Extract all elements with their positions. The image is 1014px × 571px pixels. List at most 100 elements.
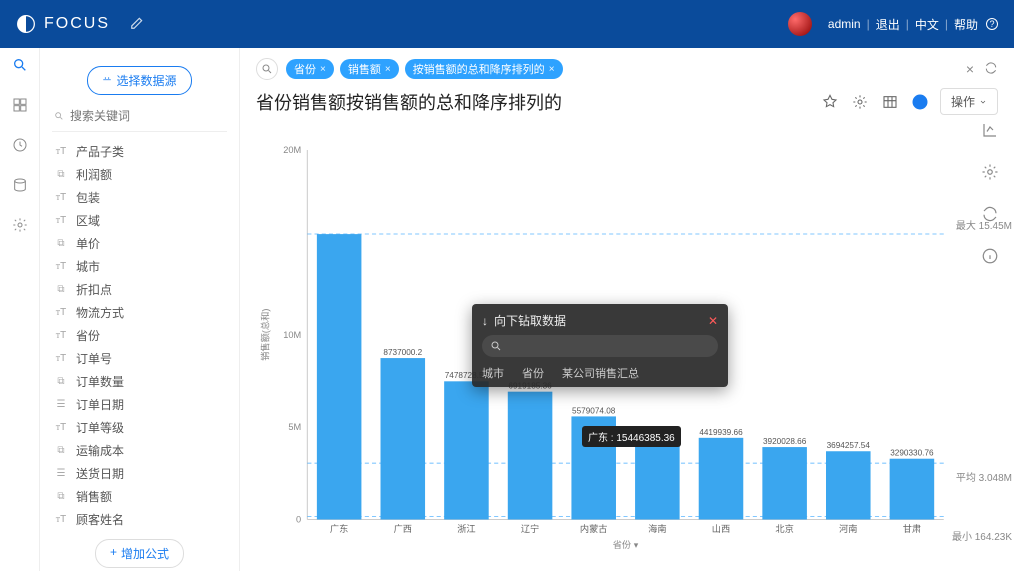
bar[interactable]	[508, 392, 553, 520]
help-icon[interactable]: ?	[986, 18, 998, 30]
axis-icon[interactable]	[980, 120, 1000, 140]
field-label: 单价	[76, 235, 100, 252]
field-label: 送货日期	[76, 465, 124, 482]
query-row: 省份 × 销售额 × 按销售额的总和降序排列的 × ×	[240, 48, 1014, 80]
chip-remove-icon[interactable]: ×	[549, 64, 555, 75]
dashboard-icon[interactable]	[11, 96, 29, 114]
clear-query-icon[interactable]: ×	[966, 61, 974, 77]
field-item[interactable]: ⧉销售额	[52, 485, 227, 508]
query-search-icon[interactable]	[256, 58, 278, 80]
query-chip[interactable]: 省份 ×	[286, 59, 334, 79]
help-link[interactable]: 帮助	[954, 16, 978, 33]
svg-text:河南: 河南	[839, 523, 857, 534]
data-icon[interactable]	[11, 176, 29, 194]
field-item[interactable]: ᴛT订单等级	[52, 416, 227, 439]
field-item[interactable]: ⧉折扣点	[52, 278, 227, 301]
chip-remove-icon[interactable]: ×	[385, 64, 391, 75]
bar[interactable]	[890, 459, 935, 520]
close-icon[interactable]: ✕	[708, 314, 718, 328]
bar[interactable]	[444, 381, 489, 519]
query-chips: 省份 × 销售额 × 按销售额的总和降序排列的 ×	[286, 59, 958, 79]
add-formula-button[interactable]: +增加公式	[95, 539, 184, 568]
page-title: 省份销售额按销售额的总和降序排列的	[256, 89, 810, 115]
add-formula-label: 增加公式	[121, 545, 169, 562]
lang-link[interactable]: 中文	[915, 16, 939, 33]
bar[interactable]	[635, 437, 680, 520]
select-datasource-label: 选择数据源	[116, 72, 176, 89]
svg-text:甘肃: 甘肃	[903, 523, 921, 534]
ref-avg-label: 平均 3.048M	[956, 469, 1012, 484]
bar[interactable]	[317, 234, 362, 519]
pin-icon[interactable]	[820, 92, 840, 112]
field-type-icon: ⧉	[54, 284, 68, 295]
svg-text:省份 ▾: 省份 ▾	[613, 539, 639, 550]
svg-text:广西: 广西	[394, 523, 412, 534]
query-chip[interactable]: 按销售额的总和降序排列的 ×	[405, 59, 563, 79]
field-type-icon: ☰	[54, 399, 68, 410]
edit-icon[interactable]	[130, 16, 144, 33]
field-item[interactable]: ᴛT省份	[52, 324, 227, 347]
bar[interactable]	[381, 358, 426, 519]
drill-column[interactable]: 城市	[482, 365, 504, 381]
field-type-icon: ᴛT	[54, 307, 68, 318]
field-item[interactable]: ᴛT订单号	[52, 347, 227, 370]
field-item[interactable]: ᴛT产品子类	[52, 140, 227, 163]
field-type-icon: ᴛT	[54, 514, 68, 525]
svg-text:4419939.66: 4419939.66	[699, 428, 743, 437]
clock-icon[interactable]	[11, 136, 29, 154]
svg-text:3290330.76: 3290330.76	[890, 449, 934, 458]
sidebar-search[interactable]	[52, 105, 227, 132]
username[interactable]: admin	[828, 17, 861, 31]
field-type-icon: ⧉	[54, 376, 68, 387]
avatar[interactable]	[788, 12, 812, 36]
field-type-icon: ⧉	[54, 238, 68, 249]
select-datasource-button[interactable]: 选择数据源	[87, 66, 191, 95]
settings-icon[interactable]	[850, 92, 870, 112]
field-type-icon: ☰	[54, 468, 68, 479]
field-item[interactable]: ᴛT城市	[52, 255, 227, 278]
reload-icon[interactable]	[980, 204, 1000, 224]
field-type-icon: ᴛT	[54, 261, 68, 272]
refresh-icon[interactable]	[984, 61, 998, 78]
svg-text:销售额(总和): 销售额(总和)	[259, 309, 270, 361]
field-item[interactable]: ᴛT区域	[52, 209, 227, 232]
field-type-icon: ⧉	[54, 169, 68, 180]
info-icon[interactable]	[980, 246, 1000, 266]
svg-text:3694257.54: 3694257.54	[827, 441, 871, 450]
drill-search[interactable]	[482, 335, 718, 357]
field-label: 订单等级	[76, 419, 124, 436]
svg-text:5M: 5M	[288, 422, 301, 432]
query-chip[interactable]: 销售额 ×	[340, 59, 399, 79]
gear-icon[interactable]	[11, 216, 29, 234]
field-item[interactable]: ⧉利润额	[52, 163, 227, 186]
drill-column[interactable]: 某公司销售汇总	[562, 365, 639, 381]
svg-text:广东: 广东	[330, 523, 348, 534]
svg-text:海南: 海南	[648, 523, 666, 534]
bar-tooltip: 广东 : 15446385.36	[582, 426, 681, 447]
right-rail	[966, 108, 1014, 266]
bar[interactable]	[762, 447, 807, 519]
field-item[interactable]: ᴛT包装	[52, 186, 227, 209]
bar[interactable]	[826, 451, 871, 519]
main: 省份 ×销售额 ×按销售额的总和降序排列的 × × 省份销售额按销售额的总和降序…	[240, 48, 1014, 571]
field-item[interactable]: ☰订单日期	[52, 393, 227, 416]
config-icon[interactable]	[980, 162, 1000, 182]
logo[interactable]: FOCUS	[16, 14, 110, 34]
drill-column[interactable]: 省份	[522, 365, 544, 381]
field-item[interactable]: ⧉运输成本	[52, 439, 227, 462]
chip-remove-icon[interactable]: ×	[320, 64, 326, 75]
chart-icon[interactable]	[910, 92, 930, 112]
field-item[interactable]: ⧉订单数量	[52, 370, 227, 393]
table-icon[interactable]	[880, 92, 900, 112]
search-icon[interactable]	[11, 56, 29, 74]
field-item[interactable]: ☰ 送货日期	[52, 462, 227, 485]
sidebar-search-input[interactable]	[70, 109, 225, 123]
drill-search-input[interactable]	[508, 339, 710, 353]
field-type-icon: ᴛT	[54, 330, 68, 341]
svg-text:8737000.2: 8737000.2	[383, 348, 422, 357]
field-item[interactable]: ⧉ 单价	[52, 232, 227, 255]
logout-link[interactable]: 退出	[876, 16, 900, 33]
bar[interactable]	[699, 438, 744, 520]
field-item[interactable]: ᴛT物流方式	[52, 301, 227, 324]
field-item[interactable]: ᴛT顾客姓名	[52, 508, 227, 531]
